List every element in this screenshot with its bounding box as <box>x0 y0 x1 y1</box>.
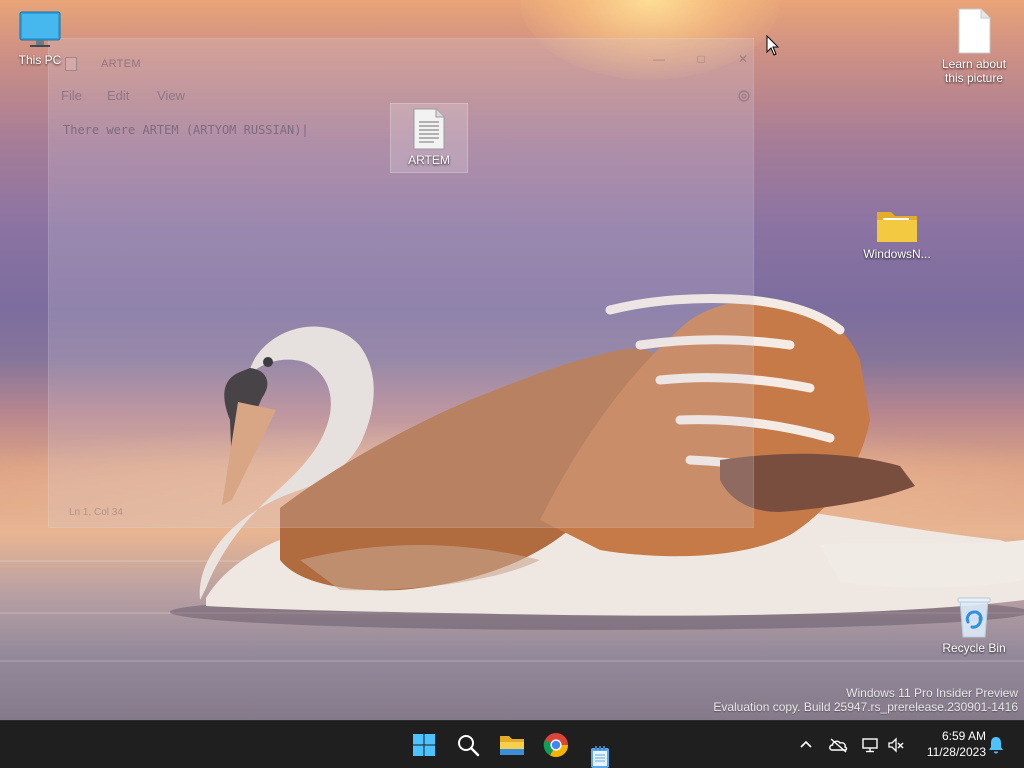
watermark-build: Evaluation copy. Build 25947.rs_prerelea… <box>713 700 1018 714</box>
desktop-icon-label: WindowsN... <box>863 247 931 261</box>
desktop-icon-label: ARTEM <box>408 153 450 167</box>
volume-muted-icon <box>888 737 904 753</box>
network-button[interactable] <box>858 733 882 757</box>
show-hidden-icons-button[interactable] <box>794 733 818 757</box>
file-explorer-icon <box>500 736 524 755</box>
chrome-icon <box>543 733 568 758</box>
volume-button[interactable] <box>884 733 908 757</box>
chevron-up-icon <box>800 740 812 748</box>
desktop-icon-artem[interactable]: ARTEM <box>390 103 468 173</box>
text-file-icon <box>413 108 445 150</box>
chrome-button[interactable] <box>536 725 576 765</box>
cursor-position: Ln 1, Col 34 <box>69 507 123 518</box>
folder-icon <box>877 212 917 242</box>
onedrive-offline-icon <box>829 738 848 753</box>
settings-gear-icon[interactable] <box>733 85 755 107</box>
notepad-title-bar[interactable]: ARTEM — □ ✕ <box>49 39 753 85</box>
desktop-icon-windows-folder[interactable]: WindowsN... <box>857 206 937 261</box>
menu-edit[interactable]: Edit <box>107 88 129 103</box>
file-explorer-button[interactable] <box>492 725 532 765</box>
notification-bell-icon <box>989 737 1003 754</box>
notifications-button[interactable] <box>984 733 1008 757</box>
search-icon <box>458 735 480 757</box>
notepad-taskbar-button[interactable] <box>580 727 620 768</box>
start-button[interactable] <box>404 725 444 765</box>
onedrive-button[interactable] <box>826 733 850 757</box>
recycle-bin-icon <box>957 597 991 638</box>
minimize-button[interactable]: — <box>639 45 679 73</box>
taskbar: 6:59 AM 11/28/2023 <box>0 720 1024 768</box>
maximize-button[interactable]: □ <box>681 45 721 73</box>
desktop-icon-learn-about-picture[interactable]: Learn about this picture <box>934 8 1014 85</box>
desktop-icon-label: Learn about this picture <box>941 57 1007 85</box>
menu-file[interactable]: File <box>61 88 82 103</box>
close-button[interactable]: ✕ <box>723 45 763 73</box>
monitor-icon <box>19 11 61 47</box>
mouse-pointer-icon <box>766 35 780 56</box>
windows-evaluation-watermark: Windows 11 Pro Insider Preview Evaluatio… <box>713 686 1018 714</box>
notepad-text-area[interactable]: There were ARTEM (ARTYOM RUSSIAN)| <box>63 123 723 523</box>
notepad-title: ARTEM <box>101 58 141 70</box>
clock-time: 6:59 AM <box>941 729 986 743</box>
clock-date: 11/28/2023 <box>926 745 986 759</box>
desktop-icon-recycle-bin[interactable]: Recycle Bin <box>934 596 1014 655</box>
notepad-status-bar: Ln 1, Col 34 <box>49 503 753 525</box>
search-button[interactable] <box>448 725 488 765</box>
start-icon <box>413 734 435 756</box>
desktop-icon-label: This PC <box>18 53 62 67</box>
menu-view[interactable]: View <box>157 88 185 103</box>
desktop-icon-label: Recycle Bin <box>942 641 1006 655</box>
desktop-icon-this-pc[interactable]: This PC <box>0 10 80 67</box>
network-icon <box>862 738 878 753</box>
taskbar-clock[interactable]: 6:59 AM 11/28/2023 <box>912 728 986 760</box>
notepad-icon <box>591 746 609 768</box>
watermark-edition: Windows 11 Pro Insider Preview <box>846 686 1018 700</box>
blank-document-icon <box>958 8 991 54</box>
